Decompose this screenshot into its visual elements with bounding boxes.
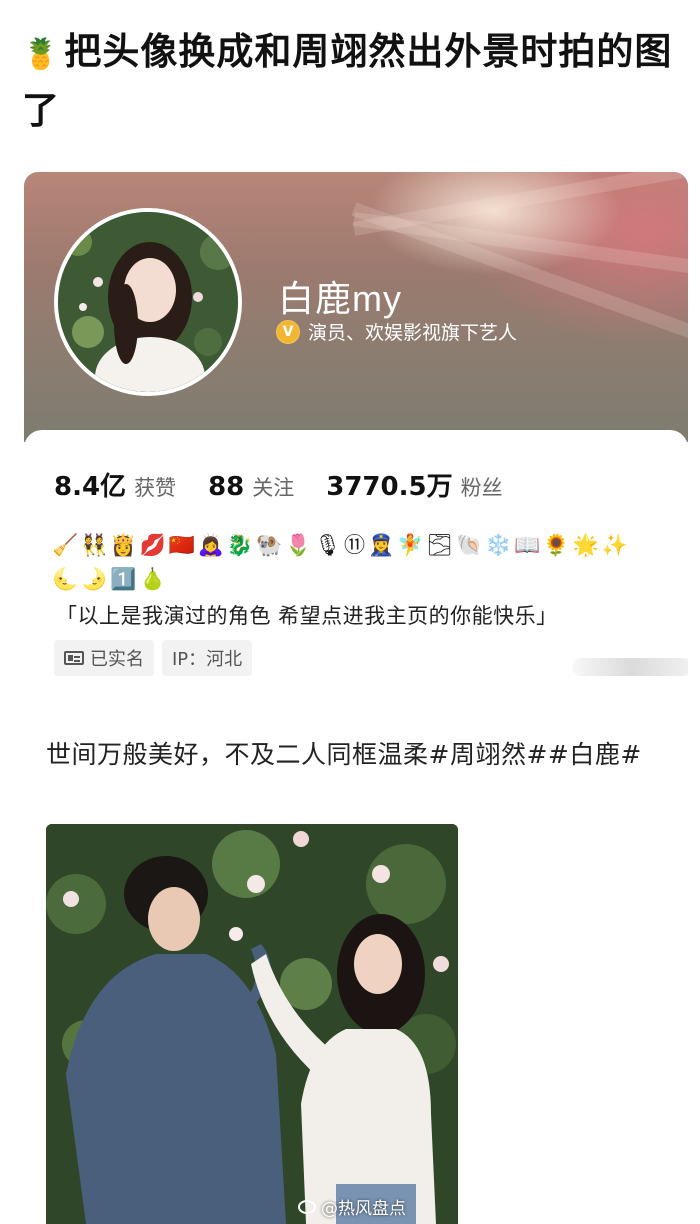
post-photo[interactable] xyxy=(46,824,458,1224)
profile-banner: 白鹿my V 演员、欢娱影视旗下艺人 xyxy=(24,172,688,442)
profile-name: 白鹿my xyxy=(278,278,402,319)
post-headline: 🍍 把头像换成和周翊然出外景时拍的图了 xyxy=(22,24,682,139)
verification: V 演员、欢娱影视旗下艺人 xyxy=(276,318,517,345)
following-label: 关注 xyxy=(252,476,295,500)
realname-tag: 已实名 xyxy=(54,640,154,676)
profile-tags: 已实名 IP：河北 xyxy=(54,640,260,676)
profile-stats: 8.4亿 获赞 88 关注 3770.5万 粉丝 xyxy=(54,466,535,503)
avatar-image xyxy=(58,212,238,392)
watermark-text: @热风盘点 xyxy=(321,1199,406,1219)
headline-text: 把头像换成和周翊然出外景时拍的图了 xyxy=(22,30,673,132)
ip-tag: IP：河北 xyxy=(162,640,253,676)
ip-label: IP：河北 xyxy=(172,649,243,670)
profile-bio: 「以上是我演过的角色 希望点进我主页的你能快乐」 xyxy=(56,604,558,628)
verified-icon: V xyxy=(276,319,300,344)
weibo-watermark: @热风盘点 xyxy=(298,1194,406,1219)
followers-count[interactable]: 3770.5万 xyxy=(326,466,452,503)
verification-text: 演员、欢娱影视旗下艺人 xyxy=(308,322,518,344)
following-count[interactable]: 88 xyxy=(208,472,244,502)
profile-info: 8.4亿 获赞 88 关注 3770.5万 粉丝 🧹👯👸💋🇨🇳🙇‍♀️🐉🐏🌷🎙⑪… xyxy=(24,430,688,692)
bio-emoji-line: 🧹👯👸💋🇨🇳🙇‍♀️🐉🐏🌷🎙⑪👮‍♀️🧚🌫🐚❄️📖🌻🌟✨🌜🌛1️⃣🍐 xyxy=(52,533,631,591)
post-caption: 世间万般美好，不及二人同框温柔#周翊然##白鹿# xyxy=(46,740,642,769)
realname-label: 已实名 xyxy=(90,649,144,670)
couple-photo xyxy=(46,824,458,1224)
followers-label: 粉丝 xyxy=(460,476,503,500)
pineapple-icon: 🍍 xyxy=(22,37,61,72)
weibo-icon xyxy=(298,1199,316,1214)
profile-card[interactable]: 白鹿my V 演员、欢娱影视旗下艺人 8.4亿 获赞 88 关注 3770.5万… xyxy=(24,172,688,692)
likes-label: 获赞 xyxy=(134,476,177,500)
blurred-element xyxy=(572,658,688,676)
id-card-icon xyxy=(64,651,84,665)
likes-count[interactable]: 8.4亿 xyxy=(54,466,126,503)
profile-avatar[interactable] xyxy=(54,208,242,396)
